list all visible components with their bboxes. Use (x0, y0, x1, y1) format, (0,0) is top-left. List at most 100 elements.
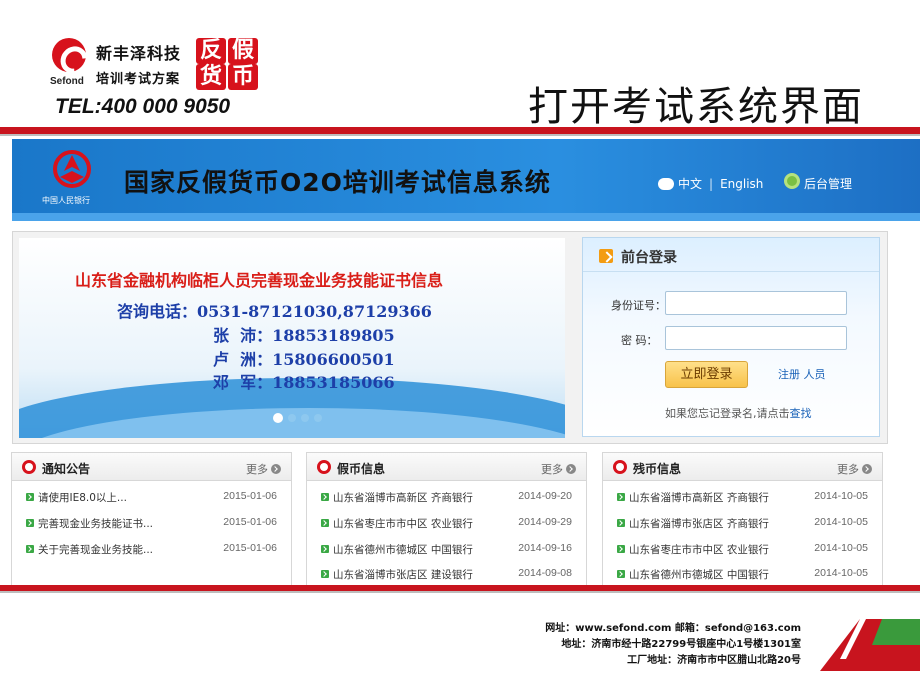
carousel-dot[interactable] (314, 414, 322, 422)
carousel-dot[interactable] (273, 413, 283, 423)
damaged-currency-panel: 残币信息 更多 山东省淄博市高新区 齐商银行 2014-10-05 山东省淄博市… (602, 452, 883, 586)
info-carousel[interactable]: 山东省金融机构临柜人员完善现金业务技能证书信息 咨询电话：0531-871210… (19, 238, 565, 438)
telephone: TEL:400 000 9050 (55, 95, 231, 118)
footer-address: 地址：济南市经十路22799号银座中心1号楼1301室 (561, 639, 801, 650)
list-item[interactable]: 关于完善现金业务技能... 2015-01-06 (12, 541, 291, 559)
list-item[interactable]: 山东省淄博市高新区 齐商银行 2014-10-05 (603, 489, 882, 507)
bullet-icon (617, 570, 625, 578)
item-date: 2014-10-05 (814, 542, 868, 554)
item-date: 2014-10-05 (814, 516, 868, 528)
item-date: 2014-10-05 (814, 567, 868, 579)
list-item[interactable]: 山东省德州市德城区 中国银行 2014-09-16 (307, 541, 586, 559)
news-header: 假币信息 更多 (307, 453, 586, 481)
item-title: 关于完善现金业务技能... (38, 544, 154, 556)
contact-line: 邓 军：18853185066 (213, 373, 395, 392)
list-item[interactable]: 完善现金业务技能证书... 2015-01-06 (12, 515, 291, 533)
find-account-link[interactable]: 查找 (790, 407, 812, 420)
more-label: 更多 (837, 463, 859, 476)
carousel-pager (273, 413, 322, 423)
more-label: 更多 (246, 463, 268, 476)
item-date: 2014-09-08 (518, 567, 572, 579)
section-icon (613, 460, 627, 474)
list-item[interactable]: 山东省枣庄市市中区 农业银行 2014-10-05 (603, 541, 882, 559)
login-button[interactable]: 立即登录 (665, 361, 748, 388)
bullet-icon (617, 545, 625, 553)
id-number-input[interactable] (665, 291, 847, 315)
item-title: 山东省德州市德城区 中国银行 (629, 569, 769, 581)
consult-phone: 咨询电话：0531-87121030,87129366 (117, 302, 432, 321)
carousel-dot[interactable] (288, 414, 296, 422)
news-header: 通知公告 更多 (12, 453, 291, 481)
more-damaged-link[interactable]: 更多 (837, 461, 872, 477)
bank-name: 中国人民银行 (42, 196, 90, 205)
password-input[interactable] (665, 326, 847, 350)
contact-line: 卢 洲：15806600501 (213, 350, 395, 369)
more-arrow-icon (566, 464, 576, 474)
admin-link[interactable]: 后台管理 (804, 175, 852, 192)
chat-bubble-icon (658, 177, 674, 190)
register-link[interactable]: 注册 人员 (778, 366, 826, 382)
carousel-headline: 山东省金融机构临柜人员完善现金业务技能证书信息 (75, 271, 444, 290)
bullet-icon (26, 545, 34, 553)
login-arrow-icon (599, 249, 613, 263)
counterfeit-panel: 假币信息 更多 山东省淄博市高新区 齐商银行 2014-09-20 山东省枣庄市… (306, 452, 587, 586)
login-title: 前台登录 (621, 250, 677, 266)
header-divider-shadow (0, 134, 920, 136)
bullet-icon (26, 493, 34, 501)
lang-english-link[interactable]: English (720, 177, 763, 191)
more-counterfeit-link[interactable]: 更多 (541, 461, 576, 477)
section-icon (22, 460, 36, 474)
bullet-icon (617, 493, 625, 501)
lang-chinese-link[interactable]: 中文 (678, 175, 702, 192)
slide-title: 打开考试系统界面 (528, 84, 864, 130)
item-date: 2014-09-16 (518, 542, 572, 554)
item-title: 山东省淄博市张店区 建设银行 (333, 569, 473, 581)
more-notices-link[interactable]: 更多 (246, 461, 281, 477)
item-title: 山东省枣庄市市中区 农业银行 (333, 518, 473, 530)
contact-line: 张 沛：18853189805 (213, 326, 395, 345)
item-date: 2015-01-06 (223, 542, 277, 554)
system-title: 国家反假货币O2O培训考试信息系统 (124, 168, 551, 197)
item-title: 山东省枣庄市市中区 农业银行 (629, 544, 769, 556)
item-date: 2015-01-06 (223, 490, 277, 502)
bullet-icon (321, 570, 329, 578)
list-item[interactable]: 山东省淄博市张店区 建设银行 2014-09-08 (307, 566, 586, 584)
logo-text: Sefond (50, 76, 84, 87)
bullet-icon (321, 493, 329, 501)
list-item[interactable]: 山东省淄博市高新区 齐商银行 2014-09-20 (307, 489, 586, 507)
language-switcher: 中文 | English (658, 175, 763, 192)
list-item[interactable]: 山东省德州市德城区 中国银行 2014-10-05 (603, 566, 882, 584)
counterfeit-title: 假币信息 (337, 462, 386, 476)
notices-title: 通知公告 (42, 462, 91, 476)
item-date: 2014-10-05 (814, 490, 868, 502)
item-title: 山东省淄博市高新区 齐商银行 (629, 492, 769, 504)
id-number-label: 身份证号： (611, 299, 666, 312)
bullet-icon (321, 545, 329, 553)
password-label: 密 码： (621, 334, 658, 347)
company-tagline: 培训考试方案 (96, 72, 181, 87)
footer-factory-address: 工厂地址：济南市市中区腊山北路20号 (627, 655, 801, 666)
brand-char-4: 币 (228, 64, 258, 90)
item-date: 2015-01-06 (223, 516, 277, 528)
footer-decoration-icon (820, 619, 920, 671)
item-title: 山东省德州市德城区 中国银行 (333, 544, 473, 556)
section-icon (317, 460, 331, 474)
damaged-title: 残币信息 (633, 462, 682, 476)
brand-char-2: 假 (228, 38, 258, 64)
notices-panel: 通知公告 更多 请使用IE8.0以上... 2015-01-06 完善现金业务技… (11, 452, 292, 586)
system-banner: 中国人民银行 国家反假货币O2O培训考试信息系统 中文 | English 后台… (12, 139, 920, 221)
login-panel: 前台登录 身份证号： 密 码： 立即登录 注册 人员 如果您忘记登录名,请点击查… (582, 237, 880, 437)
item-date: 2014-09-29 (518, 516, 572, 528)
item-title: 山东省淄博市张店区 齐商银行 (629, 518, 769, 530)
list-item[interactable]: 请使用IE8.0以上... 2015-01-06 (12, 489, 291, 507)
gear-icon (784, 173, 800, 189)
item-title: 完善现金业务技能证书... (38, 518, 154, 530)
item-date: 2014-09-20 (518, 490, 572, 502)
footer-divider-shadow (0, 591, 920, 593)
list-item[interactable]: 山东省淄博市张店区 齐商银行 2014-10-05 (603, 515, 882, 533)
carousel-dot[interactable] (301, 414, 309, 422)
header-divider (0, 127, 920, 134)
lang-separator: | (709, 176, 714, 191)
brand-char-3: 货 (196, 64, 226, 90)
list-item[interactable]: 山东省枣庄市市中区 农业银行 2014-09-29 (307, 515, 586, 533)
